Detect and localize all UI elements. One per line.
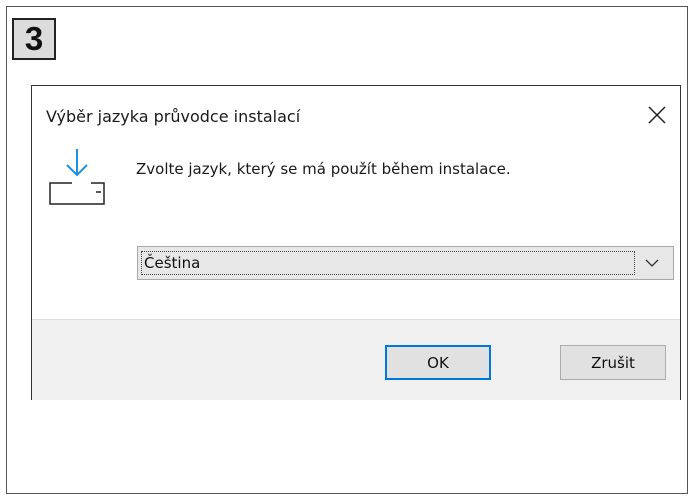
step-number-badge: 3 [12,18,56,60]
dialog-message: Zvolte jazyk, který se má použít během i… [136,160,511,178]
language-selection-dialog: Výběr jazyka průvodce instalací Zvolte j… [31,85,681,400]
close-button[interactable] [644,102,670,128]
close-icon [648,106,666,124]
install-download-icon [49,149,105,205]
language-selected-value: Čeština [141,251,635,275]
ok-button[interactable]: OK [385,345,491,380]
chevron-down-icon[interactable] [645,257,659,269]
language-select[interactable]: Čeština [137,246,674,280]
instruction-frame: 3 Výběr jazyka průvodce instalací Zvolte… [6,6,688,494]
dialog-title: Výběr jazyka průvodce instalací [46,107,301,126]
dialog-footer: OK Zrušit [32,319,680,400]
cancel-button[interactable]: Zrušit [560,345,666,380]
